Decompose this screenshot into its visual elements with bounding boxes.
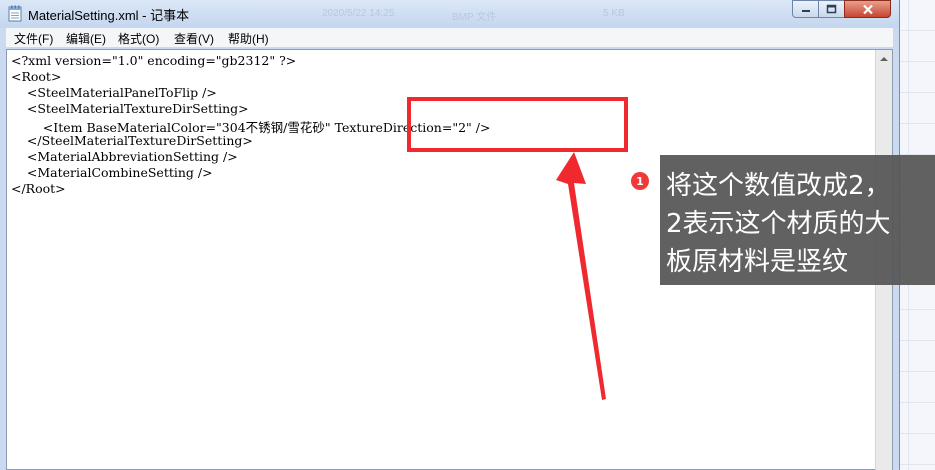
- callout-text-line: 板原材料是竖纹: [666, 247, 849, 277]
- callout-text-line: 2表示这个材质的大: [666, 209, 891, 239]
- annotation-callout: 将这个数值改成2， 2表示这个材质的大 板原材料是竖纹: [660, 155, 935, 285]
- step-number-badge: 1: [631, 172, 649, 190]
- callout-text-line: 将这个数值改成2，: [666, 171, 891, 201]
